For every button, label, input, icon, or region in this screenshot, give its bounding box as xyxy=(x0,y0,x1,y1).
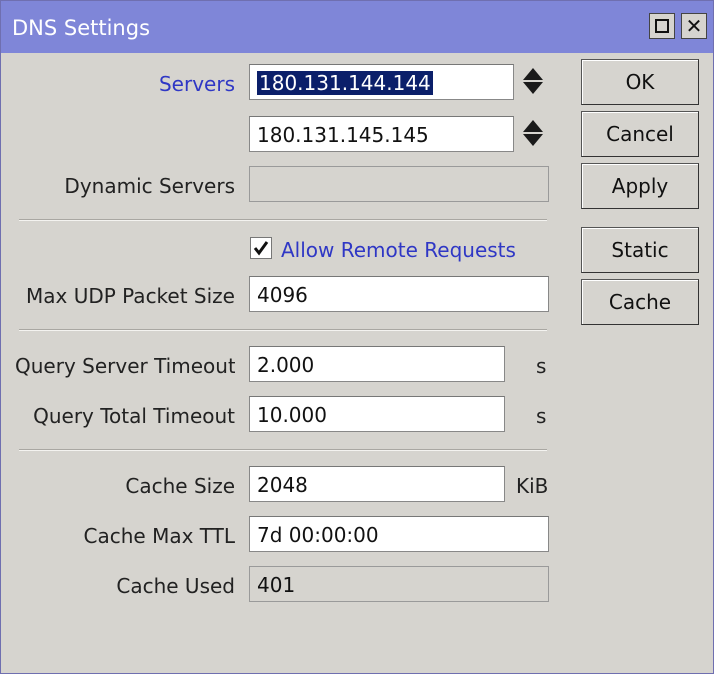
cache-max-ttl-field[interactable]: 7d 00:00:00 xyxy=(249,516,549,552)
server1-value: 180.131.144.144 xyxy=(257,71,433,95)
query-total-timeout-label: Query Total Timeout xyxy=(33,404,235,428)
cache-max-ttl-value: 7d 00:00:00 xyxy=(257,523,379,547)
maximize-icon xyxy=(655,19,669,33)
cache-used-field: 401 xyxy=(249,566,549,602)
static-button[interactable]: Static xyxy=(581,227,699,273)
server1-spinner-icon[interactable] xyxy=(521,66,543,98)
window-title: DNS Settings xyxy=(12,16,151,40)
cache-max-ttl-label: Cache Max TTL xyxy=(83,524,235,548)
query-server-timeout-label: Query Server Timeout xyxy=(15,354,235,378)
separator xyxy=(19,219,547,221)
cache-button[interactable]: Cache xyxy=(581,279,699,325)
dns-settings-window: DNS Settings ✕ Servers 180.131.144.144 1… xyxy=(0,0,714,674)
dynamic-servers-label: Dynamic Servers xyxy=(64,174,235,198)
server2-spinner-icon[interactable] xyxy=(521,118,543,150)
max-udp-field[interactable]: 4096 xyxy=(249,276,549,312)
dynamic-servers-field xyxy=(249,166,549,202)
query-server-timeout-value: 2.000 xyxy=(257,353,315,377)
cache-used-value: 401 xyxy=(257,573,296,597)
query-total-timeout-field[interactable]: 10.000 xyxy=(249,396,505,432)
cancel-button[interactable]: Cancel xyxy=(581,111,699,157)
allow-remote-label[interactable]: Allow Remote Requests xyxy=(281,238,516,262)
separator xyxy=(19,329,547,331)
close-button[interactable]: ✕ xyxy=(681,13,707,39)
title-bar[interactable]: DNS Settings ✕ xyxy=(1,1,713,53)
query-total-timeout-value: 10.000 xyxy=(257,403,327,427)
server2-field[interactable]: 180.131.145.145 xyxy=(249,116,514,152)
close-icon: ✕ xyxy=(685,14,703,38)
checkmark-icon xyxy=(253,241,269,256)
ok-button[interactable]: OK xyxy=(581,59,699,105)
cache-size-label: Cache Size xyxy=(125,474,235,498)
cache-size-value: 2048 xyxy=(257,473,308,497)
cache-used-label: Cache Used xyxy=(116,574,235,598)
query-server-timeout-unit: s xyxy=(536,354,547,378)
max-udp-value: 4096 xyxy=(257,283,308,307)
query-total-timeout-unit: s xyxy=(536,404,547,428)
apply-button[interactable]: Apply xyxy=(581,163,699,209)
separator xyxy=(19,449,547,451)
max-udp-label: Max UDP Packet Size xyxy=(25,284,235,308)
server2-value: 180.131.145.145 xyxy=(257,123,429,147)
allow-remote-checkbox[interactable] xyxy=(250,237,272,259)
cache-size-unit: KiB xyxy=(516,474,548,498)
query-server-timeout-field[interactable]: 2.000 xyxy=(249,346,505,382)
maximize-button[interactable] xyxy=(649,13,675,39)
servers-label: Servers xyxy=(158,72,235,96)
server1-field[interactable]: 180.131.144.144 xyxy=(249,64,514,100)
cache-size-field[interactable]: 2048 xyxy=(249,466,505,502)
